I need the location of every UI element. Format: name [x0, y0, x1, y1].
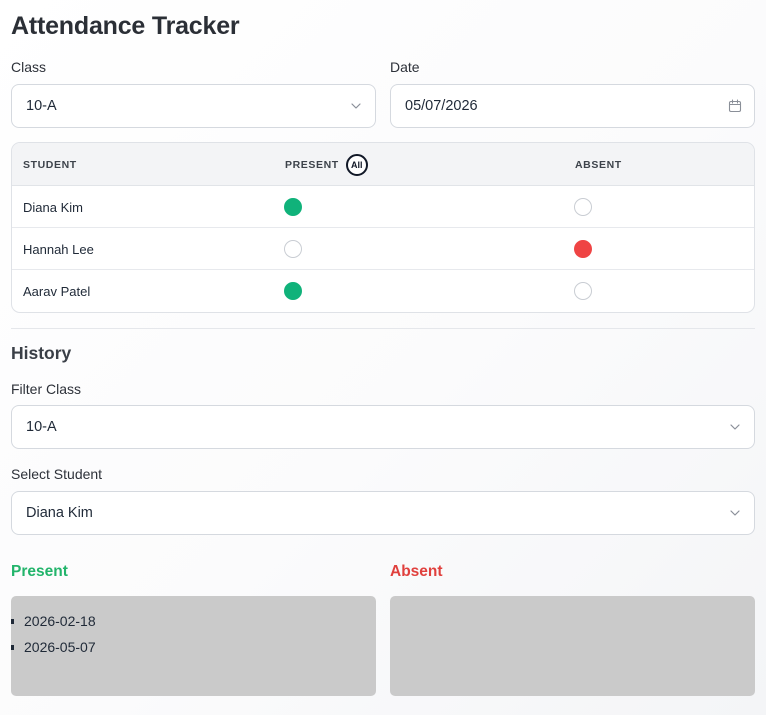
- student-name: Aarav Patel: [23, 283, 91, 299]
- present-dates-list: 2026-02-18 2026-05-07: [11, 596, 376, 664]
- mark-all-present-button[interactable]: All: [345, 153, 368, 176]
- chevron-down-icon: [716, 492, 754, 534]
- date-label: Date: [390, 59, 420, 75]
- absent-radio[interactable]: [574, 282, 592, 300]
- attendance-table: STUDENT PRESENT All ABSENT Diana Kim Han…: [11, 142, 755, 313]
- present-radio[interactable]: [284, 240, 302, 258]
- filter-class-select[interactable]: 10-A: [11, 405, 755, 449]
- date-input[interactable]: 05/07/2026: [390, 84, 755, 128]
- absent-radio[interactable]: [574, 198, 592, 216]
- table-row: Diana Kim: [12, 186, 754, 228]
- absent-radio[interactable]: [574, 240, 592, 258]
- chevron-down-icon: [716, 406, 754, 448]
- date-input-value: 05/07/2026: [405, 98, 478, 114]
- filter-class-value: 10-A: [26, 419, 57, 435]
- list-item: 2026-02-18: [11, 612, 376, 638]
- present-radio[interactable]: [284, 198, 302, 216]
- section-divider: [11, 328, 755, 329]
- present-radio[interactable]: [284, 282, 302, 300]
- absent-dates-list: [390, 596, 755, 612]
- present-dates-box: 2026-02-18 2026-05-07: [11, 596, 376, 696]
- select-student-label: Select Student: [11, 466, 103, 482]
- chevron-down-icon: [337, 85, 375, 127]
- student-name: Hannah Lee: [23, 241, 94, 257]
- student-column-header: STUDENT: [23, 158, 77, 171]
- present-column-header: PRESENT All: [285, 143, 368, 186]
- select-student-value: Diana Kim: [26, 505, 93, 521]
- class-label: Class: [11, 59, 47, 75]
- absent-dates-box: [390, 596, 755, 696]
- list-item: 2026-05-07: [11, 638, 376, 664]
- page-title: Attendance Tracker: [11, 12, 240, 40]
- class-select[interactable]: 10-A: [11, 84, 376, 128]
- present-header-label: PRESENT: [285, 158, 339, 171]
- calendar-icon[interactable]: [716, 85, 754, 127]
- filter-class-label: Filter Class: [11, 381, 82, 397]
- present-history-heading: Present: [11, 563, 68, 580]
- student-name: Diana Kim: [23, 199, 83, 215]
- select-student-select[interactable]: Diana Kim: [11, 491, 755, 535]
- absent-column-header: ABSENT: [575, 158, 622, 171]
- table-row: Aarav Patel: [12, 270, 754, 312]
- table-row: Hannah Lee: [12, 228, 754, 270]
- absent-history-heading: Absent: [390, 563, 443, 580]
- class-select-value: 10-A: [26, 98, 57, 114]
- table-header: STUDENT PRESENT All ABSENT: [12, 143, 754, 186]
- history-heading: History: [11, 343, 72, 363]
